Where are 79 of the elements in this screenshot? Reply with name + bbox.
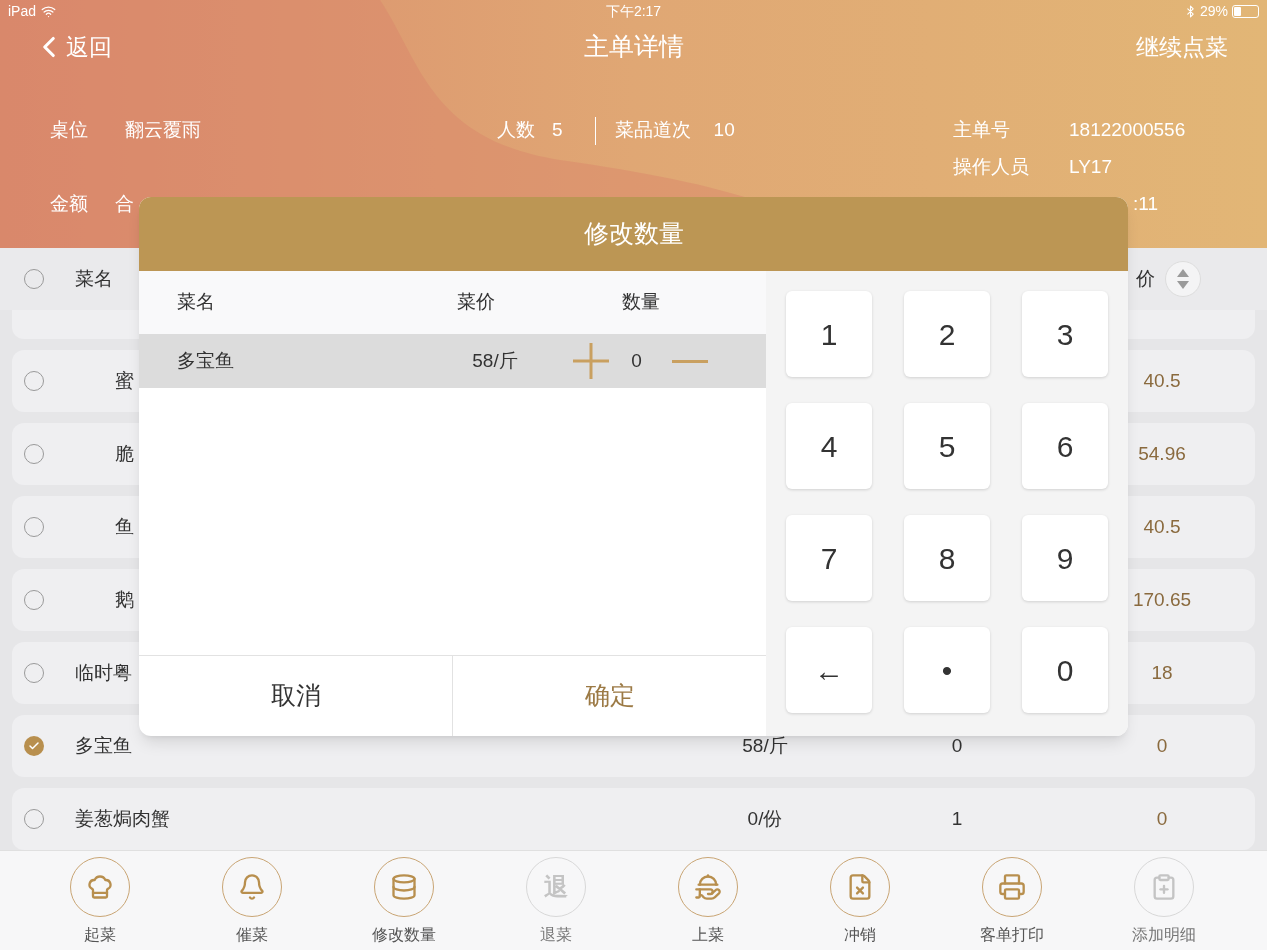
decrease-button[interactable]	[672, 359, 708, 363]
checked-radio[interactable]	[24, 736, 44, 756]
info-value: 合	[115, 192, 134, 217]
info-value: LY17	[1069, 155, 1112, 180]
column-header: 价	[1136, 266, 1155, 291]
dish-name: 鱼	[115, 515, 134, 537]
toolbar-button[interactable]: 修改数量	[328, 851, 480, 950]
info-value: 翻云覆雨	[125, 118, 201, 143]
dish-total: 54.96	[1138, 442, 1186, 464]
page-title: 主单详情	[583, 31, 684, 63]
dish-total: 40.5	[1143, 369, 1181, 391]
chef-hat-icon	[86, 873, 114, 901]
column-header: 菜名	[75, 266, 113, 291]
info-label: 金额	[50, 192, 89, 217]
info-value: 18122000556	[1069, 118, 1186, 143]
keypad-key[interactable]: 9	[1022, 515, 1108, 601]
platter-icon	[694, 873, 722, 901]
keypad-key[interactable]: 7	[786, 515, 872, 601]
column-header: 菜价	[457, 290, 496, 315]
info-label: 菜品道次	[614, 118, 691, 143]
info-label: 主单号	[953, 118, 1011, 143]
dish-total: 0	[1156, 807, 1168, 829]
keypad-key[interactable]: ←	[786, 627, 872, 713]
toolbar-button[interactable]: 客单打印	[936, 851, 1088, 950]
dish-price: 58/斤	[471, 348, 519, 373]
info-value: 5	[552, 118, 563, 143]
sort-button[interactable]	[1165, 261, 1201, 297]
check-icon	[28, 740, 40, 752]
dish-name: 临时粤	[75, 661, 132, 683]
bell-icon	[238, 873, 266, 901]
dish-row[interactable]: 姜葱焗肉蟹 0/份 1 0	[12, 788, 1255, 850]
keypad-key[interactable]: •	[904, 627, 990, 713]
battery-label: 29%	[1199, 1, 1228, 21]
dish-name: 多宝鱼	[177, 348, 235, 373]
dish-quantity: 1	[951, 807, 963, 829]
wifi-icon	[41, 3, 57, 19]
clock-label: 下午2:17	[605, 1, 662, 21]
dish-total: 18	[1151, 661, 1173, 683]
toolbar-button[interactable]: 冲销	[784, 851, 936, 950]
dialog-title: 修改数量	[583, 218, 684, 250]
info-value: :11	[1133, 192, 1158, 217]
battery-icon	[1232, 4, 1259, 18]
coins-stack-icon	[390, 873, 418, 901]
printer-icon	[998, 873, 1026, 901]
increase-button[interactable]	[573, 343, 609, 379]
sort-icon	[1176, 268, 1190, 290]
toolbar-button[interactable]: 起菜	[24, 851, 176, 950]
info-label: 桌位	[50, 118, 89, 143]
dish-price: 0/份	[747, 807, 783, 829]
info-label: 人数	[497, 118, 535, 143]
keypad-key[interactable]: 4	[786, 403, 872, 489]
column-header: 菜名	[177, 290, 216, 315]
quantity-value: 0	[630, 348, 643, 373]
keypad-key[interactable]: 5	[904, 403, 990, 489]
dialog-item-row[interactable]: 多宝鱼 58/斤 0	[139, 334, 766, 388]
dish-total: 40.5	[1143, 515, 1181, 537]
info-value: 10	[713, 118, 735, 143]
minus-icon	[672, 359, 708, 363]
keypad-key[interactable]: 1	[786, 291, 872, 377]
carrier-label: iPad	[8, 1, 37, 21]
keypad-key[interactable]: 2	[904, 291, 990, 377]
toolbar-button[interactable]: 催菜	[176, 851, 328, 950]
keypad-key[interactable]: 3	[1022, 291, 1108, 377]
keypad-key[interactable]: 8	[904, 515, 990, 601]
info-label: 操作人员	[953, 155, 1030, 180]
keypad-key[interactable]: 6	[1022, 403, 1108, 489]
dish-name: 脆	[115, 442, 134, 464]
keypad-key[interactable]: 0	[1022, 627, 1108, 713]
dish-name: 姜葱焗肉蟹	[75, 807, 170, 829]
dish-price: 58/斤	[742, 734, 788, 756]
dish-name: 蜜	[115, 369, 134, 391]
column-header: 数量	[622, 290, 660, 315]
plus-icon	[573, 343, 609, 379]
dish-total: 170.65	[1132, 588, 1192, 610]
dish-total: 0	[1156, 734, 1168, 756]
dish-name: 多宝鱼	[75, 734, 132, 756]
toolbar-button[interactable]: 上菜	[632, 851, 784, 950]
dish-quantity: 0	[951, 734, 963, 756]
dish-name: 鹅	[115, 588, 134, 610]
